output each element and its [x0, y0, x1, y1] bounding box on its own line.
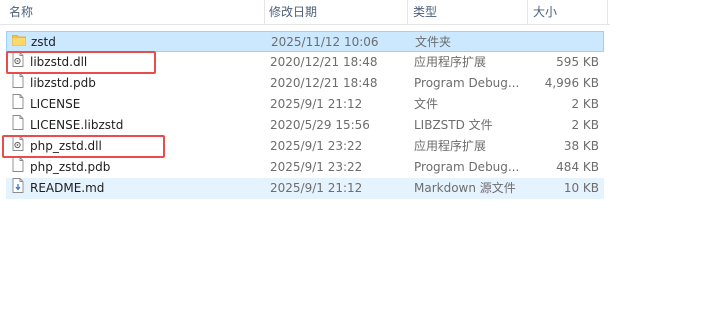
file-row[interactable]: LICENSE 2025/9/1 21:12 文件 2 KB	[0, 94, 610, 115]
markdown-file-icon	[11, 178, 25, 193]
file-modified-date: 2020/12/21 18:48	[270, 55, 378, 69]
column-header-type[interactable]: 类型	[413, 0, 437, 24]
folder-icon	[12, 32, 26, 47]
file-size: 4,996 KB	[544, 76, 599, 90]
column-header-name[interactable]: 名称	[9, 0, 33, 24]
file-type: 应用程序扩展	[414, 139, 487, 153]
file-row[interactable]: zstd 2025/11/12 10:06 文件夹	[6, 31, 604, 52]
file-name: libzstd.dll	[30, 55, 88, 69]
column-header-date[interactable]: 修改日期	[269, 0, 317, 24]
file-name: README.md	[30, 181, 105, 195]
file-name: zstd	[31, 35, 56, 49]
column-header-bar: 名称 ^ 修改日期 类型 大小	[0, 0, 610, 25]
file-type: 文件	[414, 97, 439, 111]
sort-indicator-icon: ^	[126, 0, 134, 3]
file-type: Program Debug...	[414, 76, 520, 90]
column-divider[interactable]	[264, 0, 265, 24]
file-modified-date: 2025/9/1 21:12	[270, 181, 363, 195]
dll-file-icon	[11, 52, 25, 67]
file-type: LIBZSTD 文件	[414, 118, 493, 132]
file-name: LICENSE.libzstd	[30, 118, 124, 132]
file-name: LICENSE	[30, 97, 81, 111]
file-icon	[11, 73, 25, 88]
file-type: 文件夹	[415, 35, 452, 49]
column-divider[interactable]	[407, 0, 408, 24]
file-row[interactable]: php_zstd.dll 2025/9/1 23:22 应用程序扩展 38 KB	[0, 136, 610, 157]
file-name: php_zstd.dll	[30, 139, 102, 153]
file-modified-date: 2025/9/1 23:22	[270, 160, 363, 174]
file-modified-date: 2025/9/1 23:22	[270, 139, 363, 153]
file-row[interactable]: libzstd.dll 2020/12/21 18:48 应用程序扩展 595 KB	[0, 52, 610, 73]
file-size: 2 KB	[571, 97, 599, 111]
file-type: 应用程序扩展	[414, 55, 487, 69]
file-modified-date: 2025/11/12 10:06	[271, 35, 379, 49]
file-size: 595 KB	[556, 55, 599, 69]
file-size: 484 KB	[556, 160, 599, 174]
file-list: zstd 2025/11/12 10:06 文件夹 libzstd.dll 2020/1…	[0, 31, 610, 199]
file-icon	[11, 157, 25, 172]
file-size: 38 KB	[563, 139, 599, 153]
file-name: php_zstd.pdb	[30, 160, 111, 174]
file-icon	[11, 115, 25, 130]
file-row[interactable]: libzstd.pdb 2020/12/21 18:48 Program Debug…	[0, 73, 610, 94]
file-type: Program Debug...	[414, 160, 520, 174]
file-size: 10 KB	[563, 181, 599, 195]
dll-file-icon	[11, 136, 25, 151]
file-name: libzstd.pdb	[30, 76, 96, 90]
file-row[interactable]: php_zstd.pdb 2025/9/1 23:22 Program Debug.…	[0, 157, 610, 178]
column-header-size[interactable]: 大小	[533, 0, 557, 24]
column-divider[interactable]	[527, 0, 528, 24]
file-row[interactable]: LICENSE.libzstd 2020/5/29 15:56 LIBZSTD 文件…	[0, 115, 610, 136]
column-divider[interactable]	[607, 0, 608, 24]
file-size: 2 KB	[571, 118, 599, 132]
file-type: Markdown 源文件	[414, 181, 516, 195]
file-icon	[11, 94, 25, 109]
file-modified-date: 2020/5/29 15:56	[270, 118, 370, 132]
file-modified-date: 2020/12/21 18:48	[270, 76, 378, 90]
file-row[interactable]: README.md 2025/9/1 21:12 Markdown 源文件 10 KB	[6, 178, 604, 199]
file-modified-date: 2025/9/1 21:12	[270, 97, 363, 111]
